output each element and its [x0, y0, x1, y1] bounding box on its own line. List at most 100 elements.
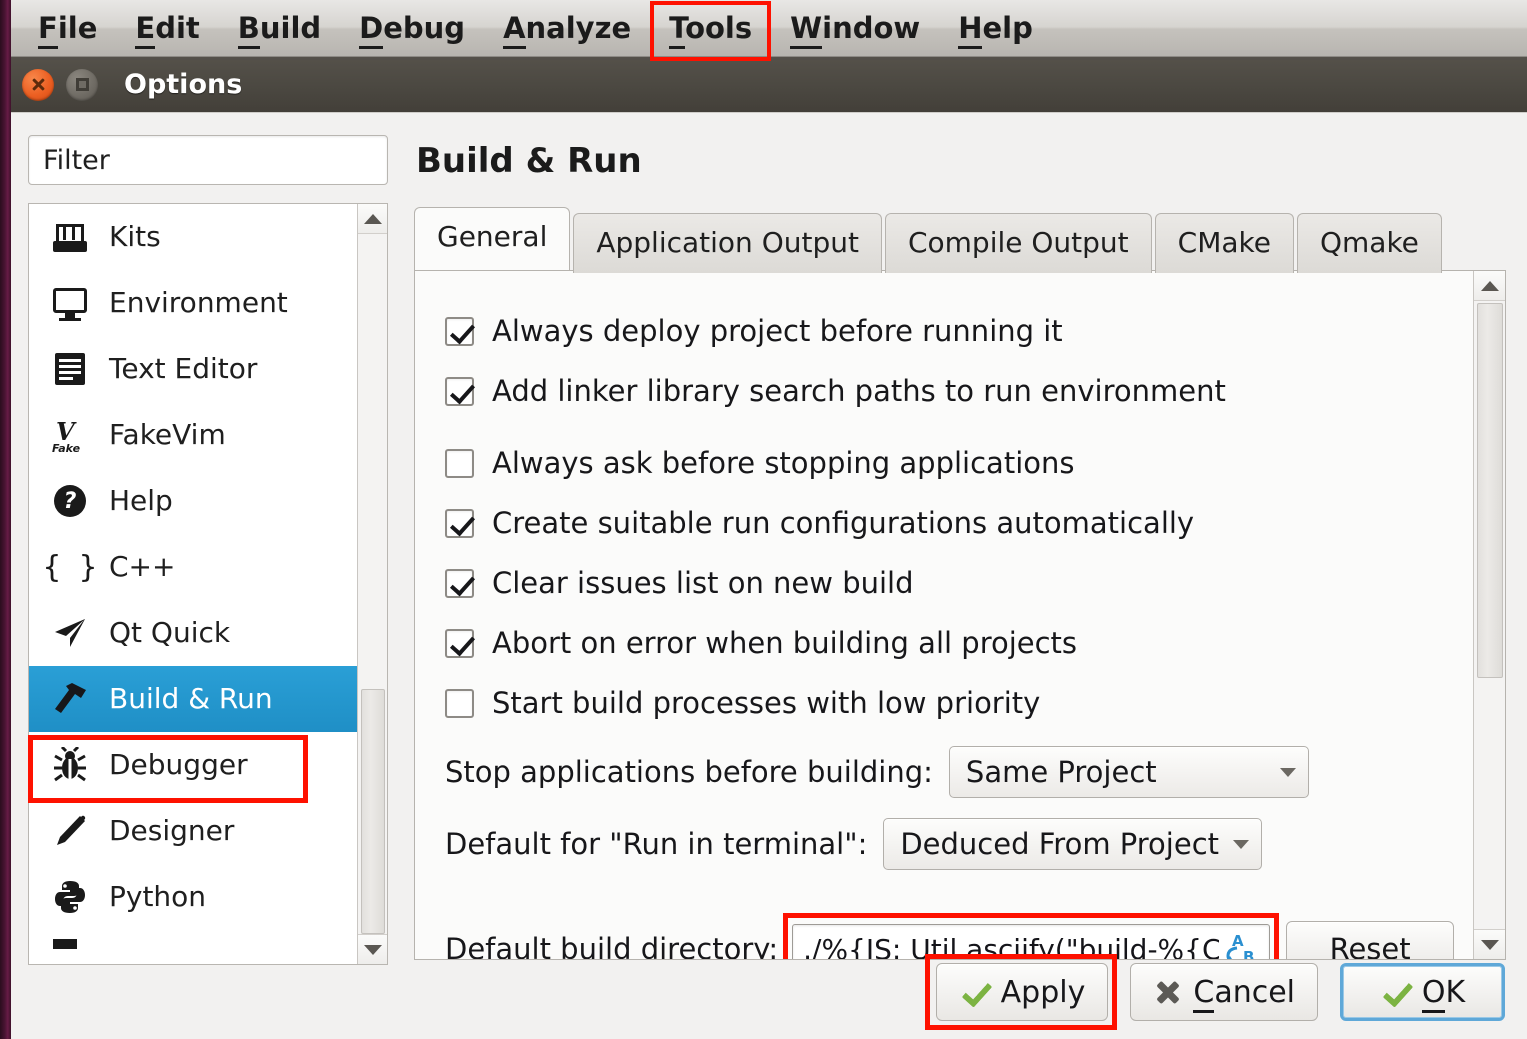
- sidebar-item-fakevim[interactable]: V Fake FakeVim: [29, 402, 357, 468]
- sidebar-item-python[interactable]: Python: [29, 864, 357, 930]
- application-menubar: File Edit Build Debug Analyze Tools Wind…: [0, 0, 1527, 61]
- sidebar-item-label: FakeVim: [109, 418, 226, 451]
- tab-cmake[interactable]: CMake: [1154, 213, 1294, 273]
- checkbox-label: Add linker library search paths to run e…: [492, 374, 1226, 408]
- checkbox-low-priority[interactable]: [445, 688, 474, 718]
- build-directory-value: ./%{JS: Util.asciify("build-%{Cu: [803, 932, 1220, 960]
- variable-ab-icon[interactable]: A B: [1221, 931, 1259, 959]
- green-check-icon: [1380, 977, 1410, 1007]
- reset-button[interactable]: Reset: [1286, 921, 1455, 959]
- dialog-button-bar: Apply Cancel OK: [914, 954, 1505, 1030]
- scroll-down-arrow[interactable]: [358, 934, 387, 964]
- hammer-icon: [51, 680, 89, 718]
- sidebar-item-qt-quick[interactable]: Qt Quick: [29, 600, 357, 666]
- sidebar-item-label: Build & Run: [109, 682, 273, 715]
- run-in-terminal-label: Default for "Run in terminal":: [445, 827, 868, 861]
- stop-applications-dropdown[interactable]: Same Project: [948, 746, 1309, 798]
- sidebar-scrollbar[interactable]: [357, 204, 387, 964]
- menu-tools[interactable]: Tools: [650, 1, 772, 61]
- checkbox-row-create-run-configs[interactable]: Create suitable run configurations autom…: [445, 493, 1473, 553]
- ok-button[interactable]: OK: [1340, 963, 1505, 1021]
- run-in-terminal-value: Deduced From Project: [900, 827, 1220, 861]
- checkbox-create-run-configs[interactable]: [445, 508, 474, 538]
- menu-analyze[interactable]: Analyze: [487, 7, 647, 49]
- category-list: Kits Environment Text Editor V Fake Fake…: [29, 204, 357, 964]
- settings-scrollbar[interactable]: [1473, 271, 1505, 959]
- sidebar-item-designer[interactable]: Designer: [29, 798, 357, 864]
- stop-applications-value: Same Project: [965, 755, 1157, 789]
- checkbox-row-always-deploy[interactable]: Always deploy project before running it: [445, 301, 1473, 361]
- apply-button-wrap: Apply: [914, 954, 1118, 1030]
- checkbox-row-abort-on-error[interactable]: Abort on error when building all project…: [445, 613, 1473, 673]
- tab-general[interactable]: General: [414, 207, 571, 270]
- sidebar-item-text-editor[interactable]: Text Editor: [29, 336, 357, 402]
- checkbox-label: Always deploy project before running it: [492, 314, 1063, 348]
- stop-applications-label: Stop applications before building:: [445, 755, 933, 789]
- unity-launcher-edge: [0, 0, 11, 1039]
- sidebar-item-label: Debugger: [109, 748, 248, 781]
- python-icon: [51, 878, 89, 916]
- category-list-container: Kits Environment Text Editor V Fake Fake…: [28, 203, 388, 965]
- row-default-build-directory: Default build directory: ./%{JS: Util.as…: [445, 913, 1473, 960]
- sidebar-item-help[interactable]: ? Help: [29, 468, 357, 534]
- apply-button[interactable]: Apply: [935, 963, 1109, 1021]
- run-in-terminal-dropdown[interactable]: Deduced From Project: [883, 818, 1263, 870]
- monitor-icon: [51, 284, 89, 322]
- question-circle-icon: ?: [51, 482, 89, 520]
- close-icon[interactable]: [22, 68, 54, 101]
- scroll-up-arrow[interactable]: [358, 204, 387, 234]
- checkbox-clear-issues[interactable]: [445, 568, 474, 598]
- sidebar-item-label: Environment: [109, 286, 288, 319]
- row-stop-applications: Stop applications before building: Same …: [445, 739, 1473, 805]
- partial-icon: [51, 938, 89, 952]
- sidebar-item-environment[interactable]: Environment: [29, 270, 357, 336]
- checkbox-row-always-ask-stop[interactable]: Always ask before stopping applications: [445, 433, 1473, 493]
- document-lines-icon: [51, 350, 89, 388]
- scroll-up-arrow[interactable]: [1474, 271, 1505, 301]
- checkbox-always-deploy[interactable]: [445, 316, 474, 346]
- sidebar-item-kits[interactable]: Kits: [29, 204, 357, 270]
- tab-qmake[interactable]: Qmake: [1296, 213, 1442, 273]
- scroll-down-arrow[interactable]: [1474, 929, 1505, 959]
- sidebar-item-label: Kits: [109, 220, 161, 253]
- gray-x-icon: [1153, 978, 1181, 1006]
- filter-input[interactable]: Filter: [28, 135, 388, 185]
- menu-file[interactable]: File: [22, 7, 113, 49]
- window-title: Options: [124, 69, 243, 100]
- sidebar-item-partial[interactable]: [29, 930, 357, 960]
- pencil-icon: [51, 812, 89, 850]
- build-directory-input-wrap: ./%{JS: Util.asciify("build-%{Cu A B: [783, 913, 1280, 960]
- sidebar-item-label: Designer: [109, 814, 235, 847]
- tab-compile-output[interactable]: Compile Output: [884, 213, 1152, 273]
- apply-button-label: Apply: [1000, 974, 1086, 1010]
- checkbox-row-add-linker-paths[interactable]: Add linker library search paths to run e…: [445, 361, 1473, 421]
- sidebar-item-cpp[interactable]: { } C++: [29, 534, 357, 600]
- tab-application-output[interactable]: Application Output: [573, 213, 882, 273]
- sidebar: Filter Kits Environment Text Editor V Fa…: [28, 135, 388, 965]
- checkbox-row-clear-issues[interactable]: Clear issues list on new build: [445, 553, 1473, 613]
- checkbox-label: Create suitable run configurations autom…: [492, 506, 1195, 540]
- options-dialog-window: File Edit Build Debug Analyze Tools Wind…: [0, 0, 1527, 1039]
- cancel-button[interactable]: Cancel: [1130, 963, 1318, 1021]
- menu-edit[interactable]: Edit: [119, 7, 215, 49]
- maximize-icon[interactable]: [66, 68, 98, 101]
- checkbox-add-linker-paths[interactable]: [445, 376, 474, 406]
- sidebar-scrollbar-thumb[interactable]: [361, 689, 385, 934]
- checkbox-abort-on-error[interactable]: [445, 628, 474, 658]
- sidebar-item-build-and-run[interactable]: Build & Run: [29, 666, 357, 732]
- default-build-directory-input[interactable]: ./%{JS: Util.asciify("build-%{Cu A B: [792, 924, 1271, 960]
- page-title: Build & Run: [416, 141, 642, 181]
- checkbox-always-ask-stop[interactable]: [445, 448, 474, 478]
- sidebar-item-label: Text Editor: [109, 352, 258, 385]
- paper-plane-icon: [51, 614, 89, 652]
- settings-scrollbar-thumb[interactable]: [1477, 303, 1503, 678]
- bug-icon: [51, 746, 89, 784]
- menu-debug[interactable]: Debug: [343, 7, 481, 49]
- menu-build[interactable]: Build: [222, 7, 337, 49]
- menu-help[interactable]: Help: [942, 7, 1049, 49]
- sidebar-item-label: Qt Quick: [109, 616, 231, 649]
- menu-window[interactable]: Window: [774, 7, 936, 49]
- checkbox-row-low-priority[interactable]: Start build processes with low priority: [445, 673, 1473, 733]
- sidebar-item-debugger[interactable]: Debugger: [29, 732, 357, 798]
- checkbox-label: Abort on error when building all project…: [492, 626, 1078, 660]
